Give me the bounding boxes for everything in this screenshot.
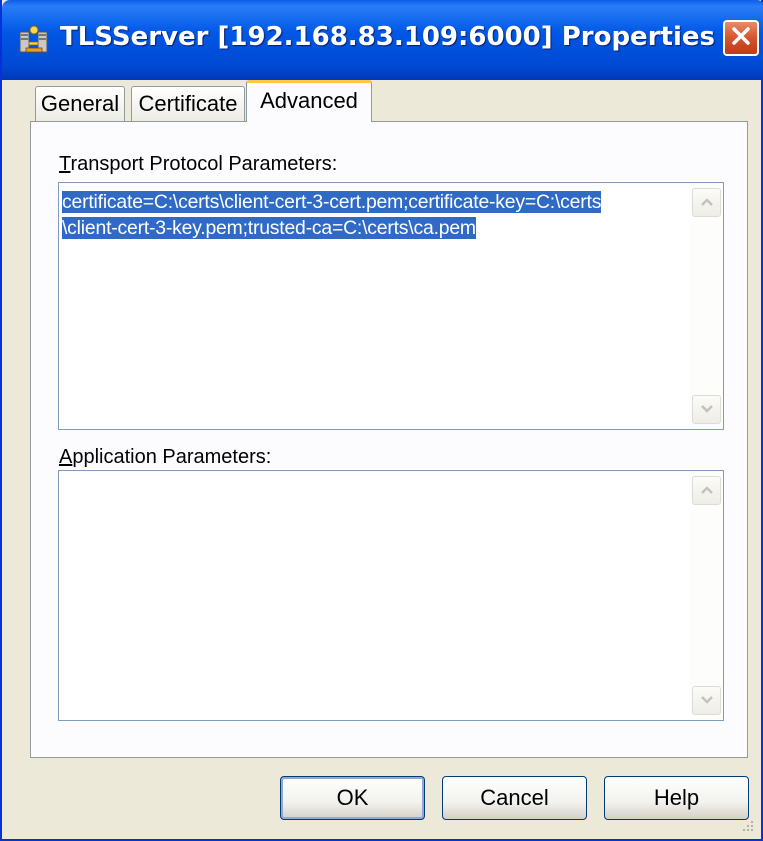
chevron-down-icon <box>700 692 714 710</box>
scroll-down-button[interactable] <box>692 395 721 424</box>
ok-button[interactable]: OK <box>280 776 425 820</box>
server-icon <box>18 24 50 56</box>
scroll-down-button[interactable] <box>692 686 721 715</box>
transport-label-text: ransport Protocol Parameters: <box>70 153 338 175</box>
tab-panel-advanced: Transport Protocol Parameters: certifica… <box>30 121 748 758</box>
chevron-down-icon <box>700 401 714 419</box>
transport-label-mnemonic: T <box>59 153 71 175</box>
window-title: TLSServer [192.168.83.109:6000] Properti… <box>60 22 715 52</box>
application-label-text: pplication Parameters: <box>72 446 272 468</box>
application-parameters-label: Application Parameters: <box>59 446 271 469</box>
tab-advanced[interactable]: Advanced <box>246 80 372 122</box>
application-scrollbar[interactable] <box>689 471 723 720</box>
transport-protocol-field[interactable]: certificate=C:\certs\client-cert-3-cert.… <box>58 182 724 430</box>
close-icon <box>730 25 752 52</box>
properties-dialog: TLSServer [192.168.83.109:6000] Properti… <box>0 0 763 841</box>
transport-protocol-value: certificate=C:\certs\client-cert-3-cert.… <box>62 189 682 241</box>
transport-protocol-label: Transport Protocol Parameters: <box>59 153 337 176</box>
scroll-up-button[interactable] <box>692 188 721 217</box>
application-label-mnemonic: A <box>59 446 73 468</box>
chevron-up-icon <box>700 194 714 212</box>
tab-certificate[interactable]: Certificate <box>131 86 245 122</box>
tab-general[interactable]: General <box>35 86 125 122</box>
scroll-up-button[interactable] <box>692 476 721 505</box>
help-button[interactable]: Help <box>604 776 749 820</box>
transport-line-1: certificate=C:\certs\client-cert-3-cert.… <box>62 191 602 213</box>
application-parameters-field[interactable] <box>58 470 724 721</box>
transport-scrollbar[interactable] <box>689 183 723 429</box>
chevron-up-icon <box>700 482 714 500</box>
title-bar[interactable]: TLSServer [192.168.83.109:6000] Properti… <box>2 0 763 80</box>
transport-line-2: \client-cert-3-key.pem;trusted-ca=C:\cer… <box>62 217 476 239</box>
resize-grip-icon[interactable] <box>739 817 755 833</box>
cancel-button[interactable]: Cancel <box>442 776 587 820</box>
close-button[interactable] <box>723 20 759 56</box>
